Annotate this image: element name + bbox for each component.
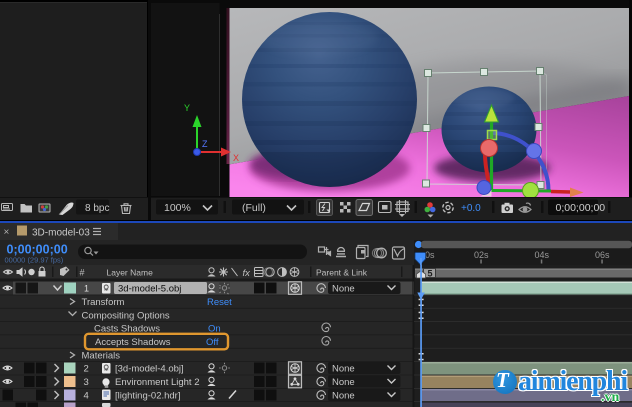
svg-text:fx: fx: [243, 268, 252, 279]
svg-text:None: None: [332, 377, 355, 388]
svg-text:#: #: [80, 268, 85, 278]
svg-text:None: None: [332, 390, 355, 401]
svg-text:Layer Name: Layer Name: [107, 268, 154, 278]
svg-text:100%: 100%: [164, 202, 191, 214]
svg-text:Y: Y: [184, 103, 190, 113]
svg-text:4: 4: [84, 390, 89, 401]
svg-text:[3d-model-4.obj]: [3d-model-4.obj]: [115, 363, 184, 374]
svg-text:3D-model-03: 3D-model-03: [32, 228, 90, 239]
svg-text:Environment Light 2: Environment Light 2: [115, 377, 200, 388]
svg-text:Compositing Options: Compositing Options: [82, 310, 170, 321]
svg-text:None: None: [332, 284, 355, 295]
svg-text:0;00;00;00: 0;00;00;00: [556, 202, 606, 214]
svg-text:(Full): (Full): [242, 202, 266, 214]
svg-text:0;00;00;00: 0;00;00;00: [7, 243, 68, 257]
svg-text:Off: Off: [206, 337, 219, 348]
svg-text:8 bpc: 8 bpc: [85, 203, 109, 214]
svg-text:+0.0: +0.0: [461, 203, 481, 214]
svg-text:Accepts Shadows: Accepts Shadows: [95, 337, 171, 348]
svg-text:3: 3: [84, 377, 89, 388]
svg-text:Z: Z: [202, 139, 208, 149]
svg-text:Transform: Transform: [82, 297, 125, 308]
svg-text:1: 1: [84, 284, 89, 294]
svg-text:00000 (29.97 fps): 00000 (29.97 fps): [5, 256, 64, 265]
svg-text:X: X: [233, 153, 239, 163]
svg-text:02s: 02s: [474, 250, 489, 260]
svg-text:04s: 04s: [535, 250, 550, 260]
svg-text:×: ×: [4, 227, 10, 238]
svg-text:[lighting-02.hdr]: [lighting-02.hdr]: [115, 390, 180, 401]
svg-text:Materials: Materials: [82, 350, 121, 361]
svg-text:None: None: [332, 363, 355, 374]
svg-text:Parent & Link: Parent & Link: [316, 268, 368, 278]
svg-text:5: 5: [428, 269, 433, 279]
svg-text:06s: 06s: [595, 250, 610, 260]
svg-text:Reset: Reset: [207, 297, 232, 308]
svg-text:0s: 0s: [425, 250, 435, 260]
svg-text:2: 2: [84, 363, 89, 374]
svg-text:3d-model-5.obj: 3d-model-5.obj: [118, 284, 181, 295]
